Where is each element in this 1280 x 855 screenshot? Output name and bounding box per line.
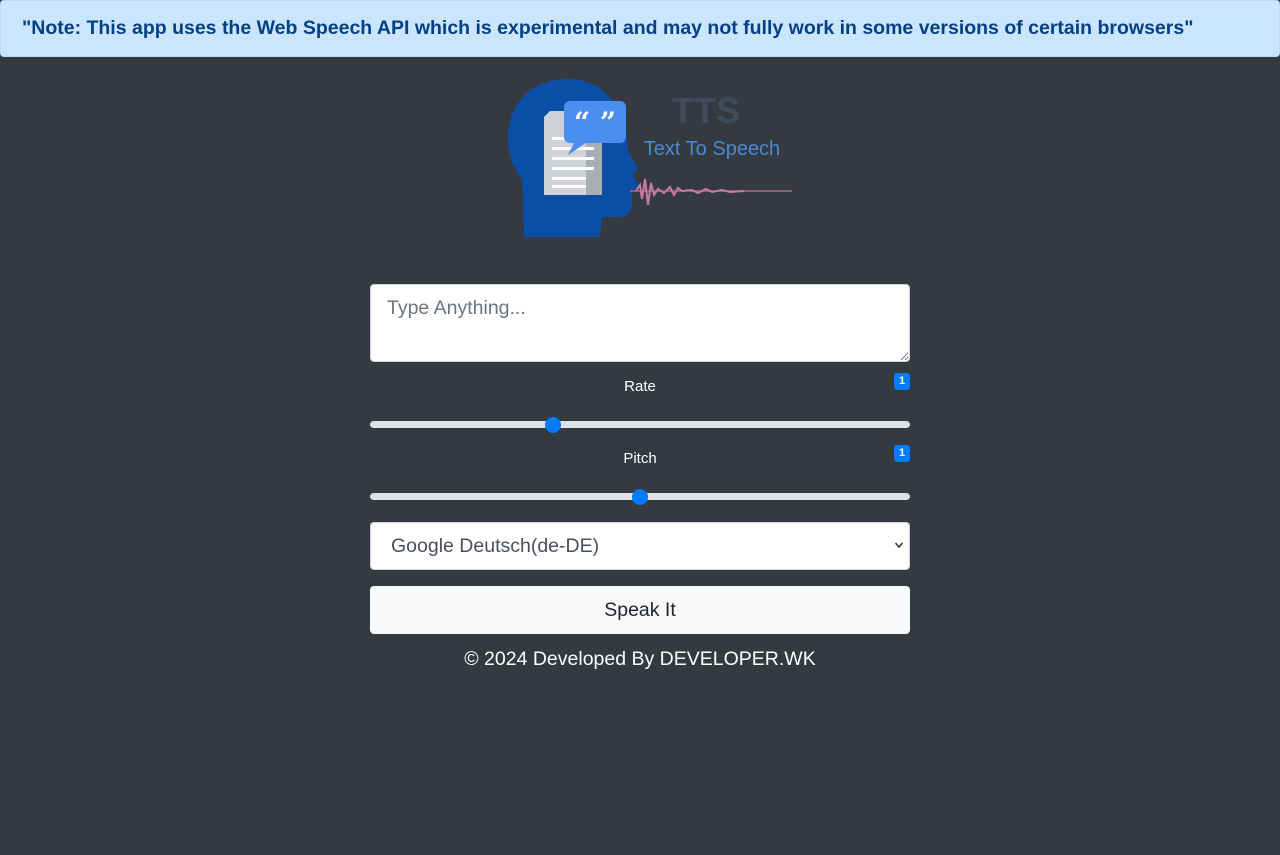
logo-subtitle: Text To Speech [644, 138, 780, 160]
chevron-down-icon [895, 542, 903, 549]
browser-support-alert: "Note: This app uses the Web Speech API … [0, 0, 1280, 57]
alert-text: "Note: This app uses the Web Speech API … [22, 17, 1194, 39]
speak-button[interactable]: Speak It [370, 586, 910, 634]
text-input[interactable] [370, 284, 910, 362]
voice-select[interactable]: Google Deutsch(de-DE) [370, 522, 910, 570]
sound-wave-icon [630, 178, 792, 206]
pitch-value-badge: 1 [894, 445, 910, 462]
rate-slider-thumb[interactable] [544, 416, 561, 433]
rate-slider[interactable] [370, 416, 910, 433]
tts-form: Rate 1 Pitch 1 Google Deutsch(de-DE) Spe… [370, 284, 910, 670]
rate-value-badge: 1 [894, 373, 910, 390]
pitch-label: Pitch [623, 450, 657, 467]
voice-select-value: Google Deutsch(de-DE) [391, 535, 600, 557]
rate-label: Rate [624, 378, 656, 395]
pitch-slider-thumb[interactable] [632, 488, 648, 505]
logo-title: TTS [672, 90, 740, 131]
tts-logo-graphic: “ ” TTS Text To Speech [508, 79, 792, 237]
quote-icon: “ ” [574, 106, 616, 139]
pitch-slider[interactable] [370, 488, 910, 505]
tts-logo: “ ” TTS Text To Speech [508, 77, 792, 237]
footer-credit: © 2024 Developed By DEVELOPER.WK [464, 648, 816, 670]
